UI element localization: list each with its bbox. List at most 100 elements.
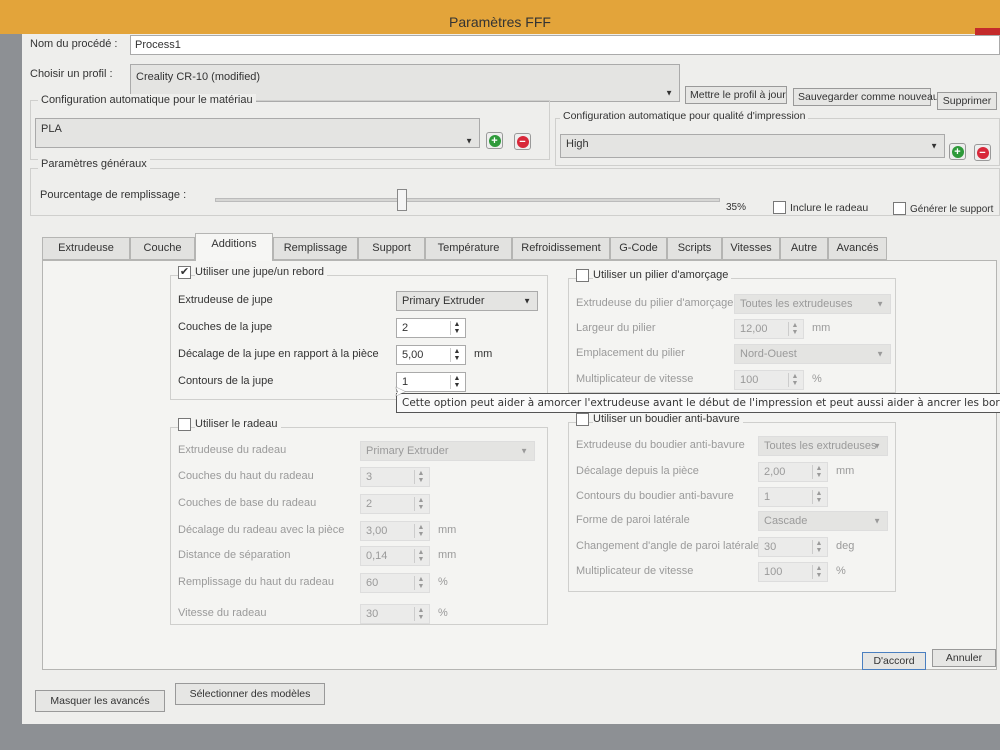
update-profile-button[interactable]: Mettre le profil à jour [685,86,787,104]
tab-g-code[interactable]: G-Code [610,237,667,260]
tab-remplissage[interactable]: Remplissage [273,237,358,260]
setting-value: 12,00 [740,323,768,335]
tab-extrudeuse[interactable]: Extrudeuse [42,237,130,260]
setting-spinbox[interactable]: 2,00 ▲ ▼ [758,462,828,482]
spin-arrows-icon[interactable]: ▲ ▼ [788,373,801,387]
raft-title: Utiliser le radeau [195,418,281,430]
cancel-button[interactable]: Annuler [932,649,996,667]
setting-select[interactable]: Toutes les extrudeuses ▼ [734,294,891,314]
quality-group-label: Configuration automatique pour qualité d… [560,110,809,122]
infill-value: 35% [726,202,747,213]
spin-arrows-icon[interactable]: ▲ ▼ [414,524,427,538]
setting-spinbox[interactable]: 0,14 ▲ ▼ [360,546,430,566]
spin-arrows-icon[interactable]: ▲ ▼ [812,490,825,504]
unit-label: mm [438,524,457,536]
spin-arrows-icon[interactable]: ▲ ▼ [414,470,427,484]
spin-arrows-icon[interactable]: ▲ ▼ [414,549,427,563]
setting-value: Primary Extruder [366,445,449,457]
setting-label: Emplacement du pilier [576,347,685,359]
spin-arrows-icon[interactable]: ▲ ▼ [812,565,825,579]
setting-spinbox[interactable]: 60 ▲ ▼ [360,573,430,593]
raft-checkbox[interactable] [178,418,191,431]
raft-row: Couches de base du radeau 2 ▲ ▼ [178,494,546,514]
setting-spinbox[interactable]: 3 ▲ ▼ [360,467,430,487]
material-select[interactable]: PLA ▼ [35,118,480,148]
setting-value: 2 [402,322,409,334]
pillar-checkbox[interactable] [576,269,589,282]
spin-arrows-icon[interactable]: ▲ ▼ [414,576,427,590]
shield-row: Contours du boudier anti-bavure 1 ▲ ▼ [576,487,894,507]
setting-label: Extrudeuse de jupe [178,294,273,306]
tab-autre[interactable]: Autre [780,237,828,260]
setting-value: 0,14 [366,550,388,562]
setting-spinbox[interactable]: 30 ▲ ▼ [360,604,430,624]
spin-arrows-icon[interactable]: ▲ ▼ [450,321,463,335]
include-raft-checkbox[interactable] [773,201,786,214]
save-as-new-button[interactable]: Sauvegarder comme nouveau [793,88,939,106]
setting-select[interactable]: Primary Extruder ▼ [360,441,535,461]
shield-row: Décalage depuis la pièce 2,00 ▲ ▼ mm [576,462,894,482]
quality-select[interactable]: High ▼ [560,134,945,158]
setting-spinbox[interactable]: 3,00 ▲ ▼ [360,521,430,541]
setting-label: Changement d'angle de paroi latérale [576,540,760,552]
tab-avances[interactable]: Avancés [828,237,887,260]
setting-spinbox[interactable]: 100 ▲ ▼ [734,370,804,390]
spin-arrows-icon[interactable]: ▲ ▼ [450,375,463,389]
skirt-row: Couches de la jupe 2 ▲ ▼ [178,318,546,338]
generate-support-checkbox[interactable] [893,202,906,215]
remove-material-button[interactable]: − [514,133,531,150]
setting-label: Décalage du radeau avec la pièce [178,524,345,536]
tab-temperature[interactable]: Température [425,237,512,260]
setting-spinbox[interactable]: 5,00 ▲ ▼ [396,345,466,365]
tab-additions[interactable]: Additions [195,233,273,261]
setting-value: Primary Extruder [402,295,485,307]
spin-arrows-icon[interactable]: ▲ ▼ [812,465,825,479]
setting-select[interactable]: Nord-Ouest ▼ [734,344,891,364]
tab-refroidissement[interactable]: Refroidissement [512,237,610,260]
skirt-row: Contours de la jupe 1 ▲ ▼ [178,372,546,392]
mouse-cursor-icon: ➤ [394,383,406,399]
select-models-button[interactable]: Sélectionner des modèles [175,683,325,705]
setting-select[interactable]: Cascade ▼ [758,511,888,531]
tab-vitesses[interactable]: Vitesses [722,237,780,260]
tab-couche[interactable]: Couche [130,237,195,260]
plus-icon: + [951,145,964,158]
setting-label: Forme de paroi latérale [576,514,690,526]
process-name-input[interactable]: Process1 [130,35,1000,55]
spin-arrows-icon[interactable]: ▲ ▼ [812,540,825,554]
skirt-checkbox[interactable]: ✔ [178,266,191,279]
setting-spinbox[interactable]: 12,00 ▲ ▼ [734,319,804,339]
chevron-down-icon: ▼ [876,299,884,309]
setting-select[interactable]: Toutes les extrudeuses ▼ [758,436,888,456]
tab-scripts[interactable]: Scripts [667,237,722,260]
setting-spinbox[interactable]: 1 ▲ ▼ [758,487,828,507]
shield-checkbox[interactable] [576,413,589,426]
setting-spinbox[interactable]: 30 ▲ ▼ [758,537,828,557]
tab-support[interactable]: Support [358,237,425,260]
setting-label: Remplissage du haut du radeau [178,576,334,588]
ok-button[interactable]: D'accord [862,652,926,670]
delete-profile-button[interactable]: Supprimer [937,92,997,110]
setting-spinbox[interactable]: 100 ▲ ▼ [758,562,828,582]
setting-spinbox[interactable]: 2 ▲ ▼ [396,318,466,338]
shield-row: Forme de paroi latérale Cascade ▼ [576,511,894,531]
spin-arrows-icon[interactable]: ▲ ▼ [788,322,801,336]
spin-arrows-icon[interactable]: ▲ ▼ [414,607,427,621]
spin-arrows-icon[interactable]: ▲ ▼ [414,497,427,511]
setting-select[interactable]: Primary Extruder ▼ [396,291,538,311]
spin-arrows-icon[interactable]: ▲ ▼ [450,348,463,362]
setting-spinbox[interactable]: 2 ▲ ▼ [360,494,430,514]
infill-slider-handle[interactable] [396,189,407,211]
setting-label: Contours de la jupe [178,375,274,387]
chevron-down-icon: ▼ [876,349,884,359]
setting-value: Toutes les extrudeuses [740,298,853,310]
setting-spinbox[interactable]: 1 ▲ ▼ [396,372,466,392]
infill-slider[interactable] [215,198,720,202]
raft-row: Remplissage du haut du radeau 60 ▲ ▼% [178,573,546,593]
hide-advanced-button[interactable]: Masquer les avancés [35,690,165,712]
remove-quality-button[interactable]: − [974,144,991,161]
setting-label: Largeur du pilier [576,322,656,334]
setting-value: 5,00 [402,349,424,361]
add-quality-button[interactable]: + [949,143,966,160]
add-material-button[interactable]: + [486,132,503,149]
